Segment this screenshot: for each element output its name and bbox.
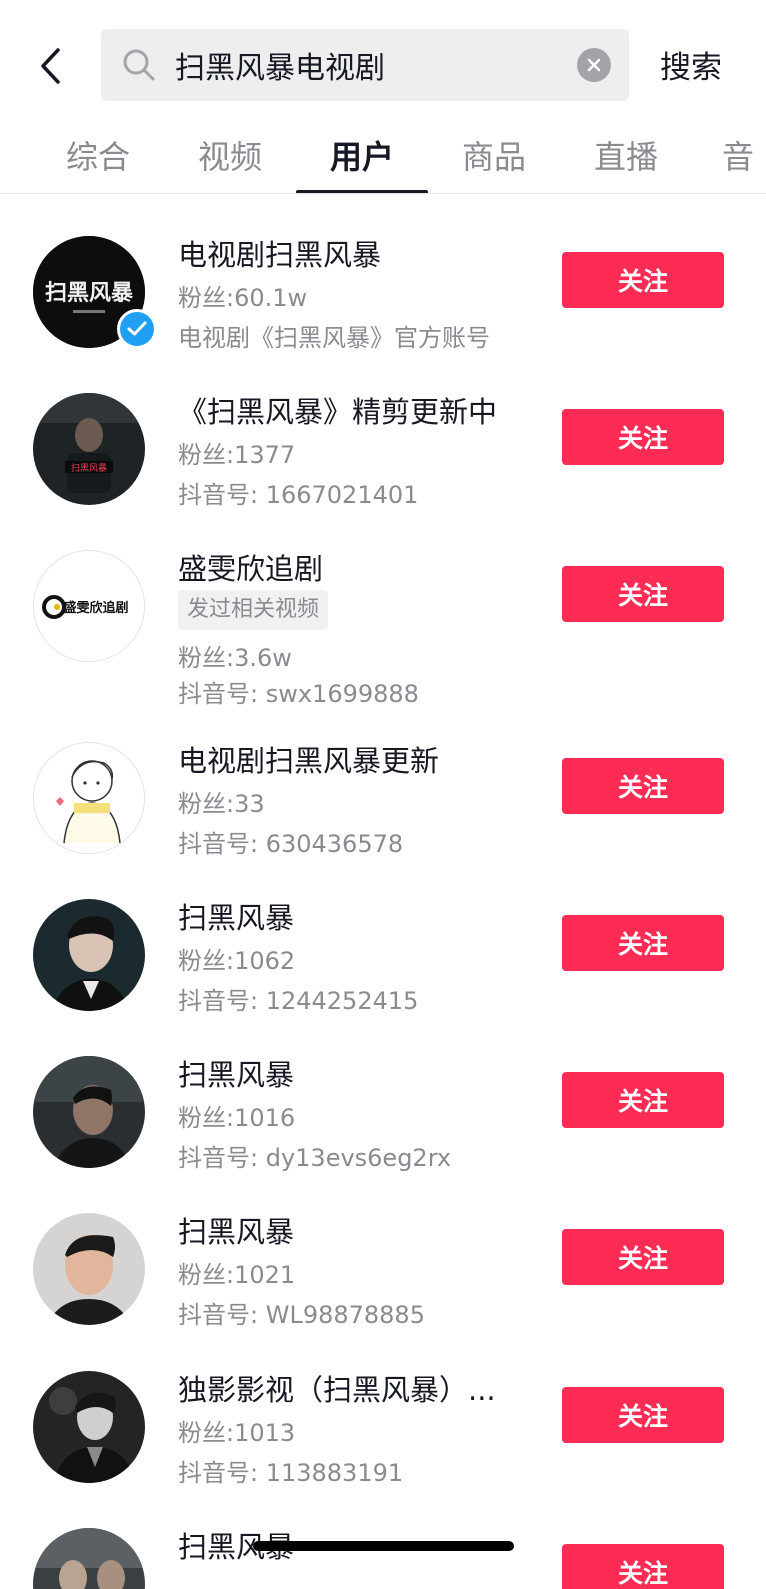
user-row[interactable]: 扫黑风暴 粉丝:1062 抖音号: 1244252415 关注 [0,859,766,1015]
user-row[interactable]: 盛雯欣追剧 盛雯欣追剧 发过相关视频 粉丝:3.6w 抖音号: swx16998… [0,510,766,708]
user-name: 盛雯欣追剧 [178,552,324,586]
avatar-image [33,1371,145,1483]
fans-count: 粉丝:60.1w [178,284,308,312]
follow-button[interactable]: 关注 [562,409,724,465]
tab-products[interactable]: 商品 [428,132,560,178]
avatar-image [34,743,144,853]
tab-music[interactable]: 音 [692,132,766,178]
follow-button[interactable]: 关注 [562,758,724,814]
user-id: 抖音号: 1667021401 [178,481,419,509]
user-name: 电视剧扫黑风暴 [178,238,382,272]
avatar[interactable] [33,1528,145,1589]
follow-button[interactable]: 关注 [562,1544,724,1589]
fans-count: 粉丝:3.6w [178,644,292,672]
user-name: 扫黑风暴 [178,1058,295,1092]
user-name: 扫黑风暴 [178,901,295,935]
search-box[interactable] [101,29,629,101]
search-submit-button[interactable]: 搜索 [660,42,722,87]
user-name: 《扫黑风暴》精剪更新中 [178,395,498,429]
user-id: 抖音号: 113883191 [178,1459,404,1487]
tab-comprehensive[interactable]: 综合 [32,132,164,178]
avatar[interactable] [33,742,145,854]
clear-search-button[interactable] [577,48,611,82]
follow-button[interactable]: 关注 [562,915,724,971]
user-row[interactable]: 扫黑风暴 《扫黑风暴》精剪更新中 粉丝:1377 抖音号: 1667021401… [0,353,766,509]
user-row[interactable]: 扫黑风暴 关注 [0,1488,766,1589]
avatar[interactable]: 盛雯欣追剧 [33,550,145,662]
result-tabs: 综合 视频 用户 商品 直播 音 [0,118,766,194]
fans-count: 粉丝:1013 [178,1419,296,1447]
user-id: 抖音号: WL98878885 [178,1301,425,1329]
user-row[interactable]: 扫黑风暴 粉丝:1021 抖音号: WL98878885 关注 [0,1173,766,1329]
avatar-image [33,1056,145,1168]
avatar-image: 盛雯欣追剧 [34,551,144,661]
search-icon [123,49,155,81]
follow-button[interactable]: 关注 [562,566,724,622]
fans-count: 粉丝:1021 [178,1261,296,1289]
tab-video[interactable]: 视频 [164,132,296,178]
user-row[interactable]: 扫黑风暴 电视剧扫黑风暴 粉丝:60.1w 电视剧《扫黑风暴》官方账号 关注 [0,196,766,352]
fans-count: 粉丝:33 [178,790,265,818]
chevron-left-icon [41,48,60,84]
follow-button[interactable]: 关注 [562,252,724,308]
back-button[interactable] [30,44,70,88]
user-row[interactable]: 独影影视（扫黑风暴）... 粉丝:1013 抖音号: 113883191 关注 [0,1331,766,1487]
user-name: 独影影视（扫黑风暴）... [178,1373,496,1407]
follow-button[interactable]: 关注 [562,1072,724,1128]
avatar-image: 扫黑风暴 [33,393,145,505]
user-id: 抖音号: 630436578 [178,830,404,858]
fans-count: 粉丝:1062 [178,947,296,975]
verified-badge-icon [117,309,157,349]
follow-button[interactable]: 关注 [562,1387,724,1443]
avatar[interactable] [33,1371,145,1483]
avatar[interactable] [33,899,145,1011]
avatar-image [33,899,145,1011]
user-name: 电视剧扫黑风暴更新 [178,744,440,778]
user-description: 电视剧《扫黑风暴》官方账号 [178,324,490,352]
tab-live[interactable]: 直播 [560,132,692,178]
active-tab-indicator [296,190,428,193]
fans-count: 粉丝:1016 [178,1104,296,1132]
search-header: 搜索 [0,0,766,130]
related-video-tag: 发过相关视频 [178,590,329,630]
user-row[interactable]: 电视剧扫黑风暴更新 粉丝:33 抖音号: 630436578 关注 [0,702,766,858]
user-name: 扫黑风暴 [178,1215,295,1249]
close-icon [587,58,601,72]
search-input[interactable] [175,29,555,101]
avatar-image [33,1213,145,1325]
svg-text:扫黑风暴: 扫黑风暴 [45,280,134,306]
svg-text:盛雯欣追剧: 盛雯欣追剧 [63,600,128,616]
svg-text:扫黑风暴: 扫黑风暴 [71,462,107,474]
avatar[interactable] [33,1213,145,1325]
avatar[interactable] [33,1056,145,1168]
fans-count: 粉丝:1377 [178,441,296,469]
avatar[interactable]: 扫黑风暴 [33,393,145,505]
user-row[interactable]: 扫黑风暴 粉丝:1016 抖音号: dy13evs6eg2rx 关注 [0,1016,766,1172]
follow-button[interactable]: 关注 [562,1229,724,1285]
user-id: 抖音号: 1244252415 [178,987,419,1015]
user-id: 抖音号: dy13evs6eg2rx [178,1144,452,1172]
home-indicator[interactable] [253,1541,514,1551]
tab-users[interactable]: 用户 [296,132,428,178]
avatar-image [33,1528,145,1589]
